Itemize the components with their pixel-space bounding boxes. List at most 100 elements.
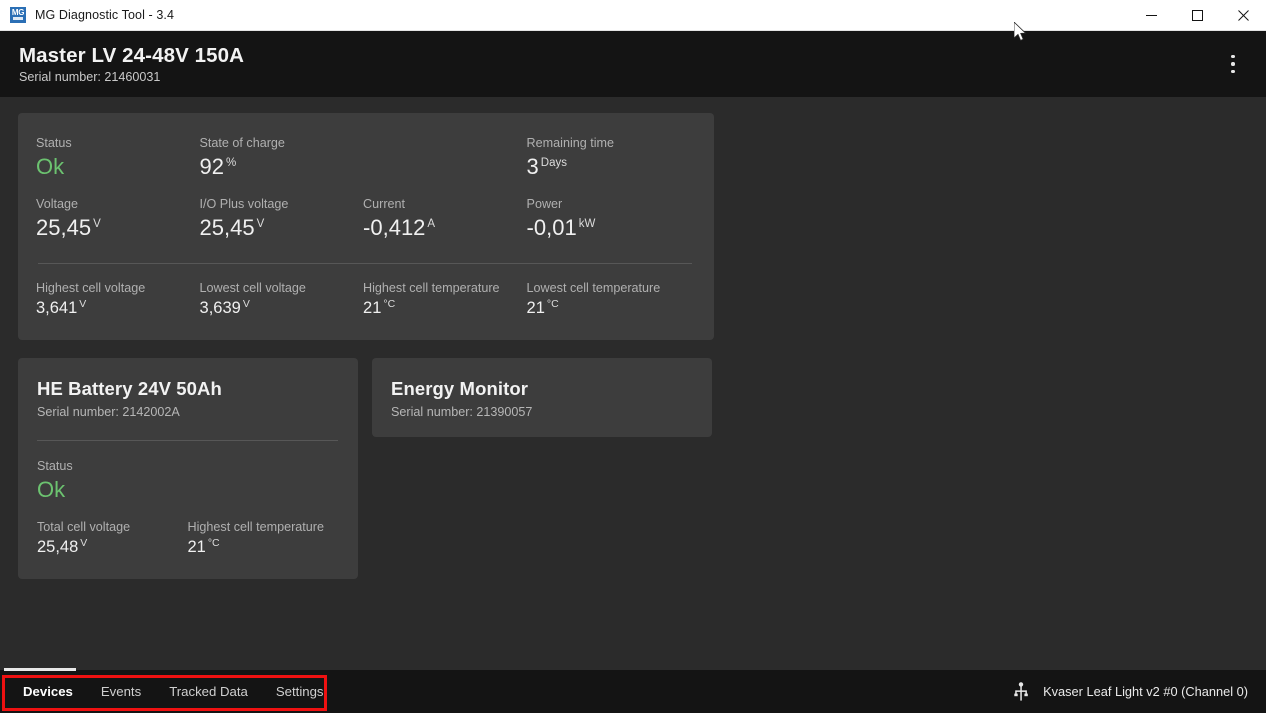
metric-value: Ok: [36, 152, 200, 182]
metric-unit: A: [427, 217, 436, 230]
metric-unit: %: [226, 156, 237, 169]
tab-devices[interactable]: Devices: [9, 670, 87, 713]
metric-label: Total cell voltage: [37, 520, 131, 534]
metric-label: Status: [37, 459, 73, 473]
metric-label: Lowest cell temperature: [526, 281, 661, 295]
metric-empty-slot: [363, 135, 527, 182]
metric-power: Power -0,01 kW: [527, 196, 694, 243]
sub-device-cards: HE Battery 24V 50Ah Serial number: 21420…: [18, 358, 1266, 579]
metric-label: I/O Plus voltage: [199, 197, 289, 211]
usb-icon: [1014, 681, 1028, 701]
connection-status[interactable]: Kvaser Leaf Light v2 #0 (Channel 0): [1013, 681, 1248, 702]
metric-number: 92: [199, 154, 224, 179]
metric-unit: V: [93, 217, 101, 230]
metric-lowest-cell-voltage: Lowest cell voltage 3,639 V: [200, 280, 364, 320]
metric-number: -0,01: [526, 215, 577, 240]
status-badge: Ok: [36, 154, 65, 179]
active-tab-indicator: [4, 668, 76, 671]
metric-current: Current -0,412 A: [363, 196, 527, 243]
metric-voltage: Voltage 25,45 V: [36, 196, 200, 243]
metric-label: Current: [363, 197, 406, 211]
metric-state-of-charge: State of charge 92%: [200, 135, 364, 182]
window-title: MG Diagnostic Tool - 3.4: [35, 8, 175, 22]
metric-value: 25,45 V: [36, 213, 200, 243]
app-icon-label: MG: [11, 8, 25, 17]
window-controls: [1128, 0, 1266, 31]
tab-tracked-data[interactable]: Tracked Data: [155, 670, 262, 713]
metric-highest-cell-temperature: Highest cell temperature 21 °C: [188, 519, 339, 559]
kebab-dot-1: [1231, 54, 1235, 59]
metric-highest-cell-voltage: Highest cell voltage 3,641 V: [36, 280, 200, 320]
metric-value: 21 °C: [527, 297, 694, 320]
metric-value: 21 °C: [188, 536, 339, 559]
metric-label: State of charge: [199, 136, 285, 150]
device-header: Master LV 24-48V 150A Serial number: 214…: [0, 31, 1266, 97]
device-serial-number: Serial number: 21460031: [19, 69, 161, 84]
sub-card-divider: [37, 440, 338, 441]
metric-value: 3,641 V: [36, 297, 200, 320]
main-content: Status Ok State of charge 92% Remaining …: [0, 97, 1266, 670]
metric-number: -0,412: [363, 215, 426, 240]
metric-label: Remaining time: [526, 136, 615, 150]
status-bar: Devices Events Tracked Data Settings Kva…: [0, 668, 1266, 713]
metric-value: 3 Days: [527, 152, 694, 182]
metrics-row-3: Highest cell voltage 3,641 V Lowest cell …: [36, 280, 694, 320]
metric-highest-cell-temperature: Highest cell temperature 21 °C: [363, 280, 527, 320]
metric-value: 92%: [200, 152, 364, 182]
application-window: MG MG Diagnostic Tool - 3.4 Master LV 24…: [0, 0, 1266, 713]
sub-device-title: Energy Monitor: [391, 378, 529, 399]
metric-label: Highest cell temperature: [363, 281, 500, 295]
metric-number: 21: [363, 299, 382, 317]
sub-device-title: HE Battery 24V 50Ah: [37, 378, 222, 399]
kebab-menu-icon[interactable]: [1218, 45, 1248, 83]
metric-label: Voltage: [36, 197, 79, 211]
metrics-row-2: Voltage 25,45 V I/O Plus voltage 25,45 V C…: [36, 196, 694, 243]
metric-label: Power: [526, 197, 563, 211]
card-divider: [38, 263, 692, 264]
metric-lowest-cell-temperature: Lowest cell temperature 21 °C: [527, 280, 694, 320]
tab-settings[interactable]: Settings: [262, 670, 338, 713]
tab-events[interactable]: Events: [87, 670, 155, 713]
window-titlebar: MG MG Diagnostic Tool - 3.4: [0, 0, 1266, 31]
device-header-texts: Master LV 24-48V 150A Serial number: 214…: [19, 43, 244, 86]
sub-device-metrics: Total cell voltage 25,48 V Highest cell t…: [37, 519, 338, 559]
metric-value: -0,412 A: [363, 213, 527, 243]
metric-unit: kW: [578, 217, 596, 230]
sub-device-status: Status Ok: [37, 458, 338, 505]
metric-unit: °C: [383, 297, 396, 310]
metric-unit: Days: [540, 156, 567, 169]
metric-status: Status Ok: [36, 135, 200, 182]
metric-number: 25,45: [199, 215, 255, 240]
metric-unit: V: [79, 297, 87, 310]
metric-label: Highest cell temperature: [187, 520, 325, 534]
metric-label: Highest cell voltage: [36, 281, 146, 295]
metric-unit: V: [80, 536, 88, 549]
sub-device-serial: Serial number: 2142002A: [37, 405, 180, 419]
page-title: Master LV 24-48V 150A: [19, 43, 245, 67]
connection-label: Kvaser Leaf Light v2 #0 (Channel 0): [1043, 684, 1248, 699]
sub-device-serial: Serial number: 21390057: [391, 405, 533, 419]
metric-number: 25,45: [36, 215, 92, 240]
metric-number: 3: [526, 154, 539, 179]
metrics-row-1: Status Ok State of charge 92% Remaining …: [36, 135, 694, 182]
maximize-button[interactable]: [1174, 0, 1220, 31]
mg-app-icon: MG: [10, 7, 26, 23]
metric-unit: V: [256, 217, 265, 230]
metric-number: 3,639: [199, 299, 241, 317]
metric-number: 21: [526, 299, 545, 317]
close-button[interactable]: [1220, 0, 1266, 31]
metric-unit: V: [242, 297, 250, 310]
kebab-dot-2: [1231, 62, 1235, 66]
metric-unit: °C: [207, 536, 220, 549]
minimize-button[interactable]: [1128, 0, 1174, 31]
status-badge: Ok: [37, 477, 66, 502]
sub-device-card-he-battery[interactable]: HE Battery 24V 50Ah Serial number: 21420…: [18, 358, 358, 579]
metric-unit: °C: [546, 297, 559, 310]
metric-total-cell-voltage: Total cell voltage 25,48 V: [37, 519, 188, 559]
metric-number: 21: [187, 538, 206, 556]
metric-remaining-time: Remaining time 3 Days: [527, 135, 694, 182]
metric-value: 25,45 V: [200, 213, 364, 243]
metric-io-plus-voltage: I/O Plus voltage 25,45 V: [200, 196, 364, 243]
sub-device-card-energy-monitor[interactable]: Energy Monitor Serial number: 21390057: [372, 358, 712, 437]
metric-value: 3,639 V: [200, 297, 364, 320]
